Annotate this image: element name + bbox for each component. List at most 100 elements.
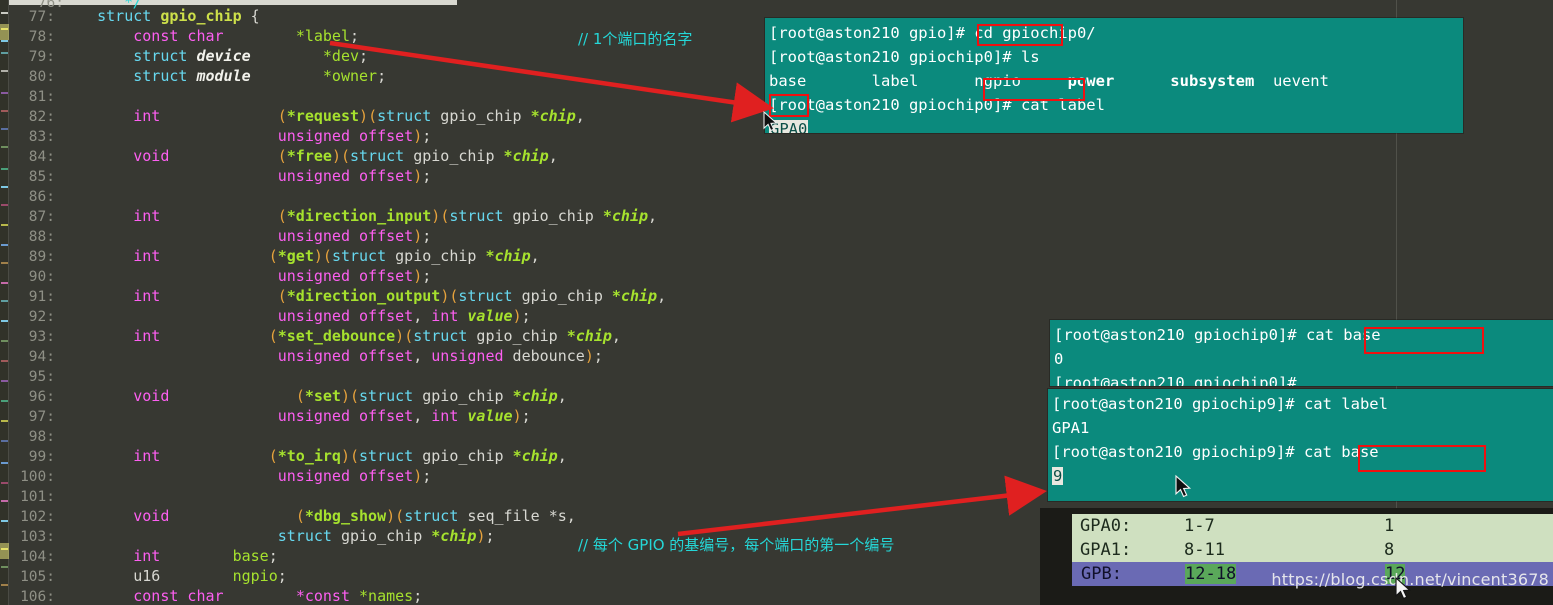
terminal-text: [root@aston210 gpiochip9]# cat label <box>1052 395 1388 413</box>
code-token: seq_file <box>458 507 549 525</box>
line-number: 90: <box>28 269 55 285</box>
minimap-mark <box>1 146 8 148</box>
code-token: unsigned offset <box>277 267 414 285</box>
code-token: gpio_chip <box>331 527 432 545</box>
code-token: struct <box>277 527 332 545</box>
code-token: ; <box>521 307 531 325</box>
code-token: , <box>611 327 621 345</box>
line-number: 95: <box>28 369 55 385</box>
code-token: unsigned offset <box>277 347 414 365</box>
terminal-line: 0 <box>1054 347 1553 371</box>
code-token: ( <box>295 507 305 525</box>
minimap-mark <box>1 128 8 130</box>
terminal-gpiochip9[interactable]: [root@aston210 gpiochip9]# cat label GPA1… <box>1048 389 1553 501</box>
code-line[interactable]: 89: int (*get)(struct gpio_chip *chip, <box>9 246 1553 266</box>
code-token: { <box>241 7 260 25</box>
terminal-selection: GPA0 <box>769 120 809 133</box>
table-cell-base: 8 <box>1384 540 1395 560</box>
code-token: struct <box>449 207 504 225</box>
code-token: struct <box>350 147 405 165</box>
terminal-text: [root@aston210 gpio]# cd <box>769 24 1003 42</box>
code-token: *dev <box>322 47 360 65</box>
minimap-mark <box>1 40 8 42</box>
editor-minimap-scrollbar[interactable] <box>0 0 9 605</box>
code-line[interactable]: 88: unsigned offset); <box>9 226 1553 246</box>
line-number: 96: <box>28 389 55 405</box>
code-token: ( <box>295 387 305 405</box>
code-token: *free <box>286 147 332 165</box>
code-line[interactable]: 84: void (*free)(struct gpio_chip *chip, <box>9 146 1553 166</box>
terminal-gpiochip0-base[interactable]: [root@aston210 gpiochip0]# cat base 0 [roo… <box>1050 320 1553 386</box>
line-number: 94: <box>28 349 55 365</box>
code-token: ( <box>268 247 278 265</box>
code-token: value <box>467 407 513 425</box>
code-token: ) <box>431 207 441 225</box>
code-token: ; <box>593 347 603 365</box>
minimap-mark <box>1 168 8 170</box>
code-token: ; <box>350 27 360 45</box>
code-token: ) <box>340 387 350 405</box>
minimap-highlight[interactable] <box>0 543 9 559</box>
table-row[interactable]: GPA1: 8-11 8 <box>1072 538 1553 562</box>
code-token: unsigned offset <box>277 167 414 185</box>
code-token: ( <box>277 147 287 165</box>
terminal-line: GPA1 <box>1052 416 1553 440</box>
code-token: , <box>530 247 540 265</box>
table-cell-name: GPA0: <box>1080 516 1132 536</box>
code-token: , <box>413 307 432 325</box>
code-token: ; <box>422 267 432 285</box>
code-token: unsigned offset <box>277 307 414 325</box>
code-token: *direction_input <box>286 207 432 225</box>
line-number: 81: <box>28 89 55 105</box>
code-line[interactable]: 87: int (*direction_input)(struct gpio_c… <box>9 206 1553 226</box>
code-line[interactable]: 86: <box>9 186 1553 206</box>
code-token: *set_debounce <box>277 327 396 345</box>
minimap-highlight[interactable] <box>0 24 9 40</box>
code-token: ( <box>277 287 287 305</box>
line-number: 85: <box>28 169 55 185</box>
line-number: 106: <box>20 589 55 605</box>
code-token: *chip <box>503 147 549 165</box>
code-token: *get <box>277 247 314 265</box>
code-token: gpio_chip <box>467 327 567 345</box>
code-token: *chip <box>602 207 649 225</box>
code-line[interactable]: 91: int (*direction_output)(struct gpio_… <box>9 286 1553 306</box>
code-token: unsigned <box>431 347 504 365</box>
code-token: int <box>431 407 459 425</box>
code-token: debounce <box>503 347 585 365</box>
code-token: int <box>133 547 161 565</box>
terminal-gpiochip0-top[interactable]: [root@aston210 gpio]# cd gpiochip0/[root… <box>765 18 1463 133</box>
code-token: ) <box>413 127 423 145</box>
code-token: struct <box>359 387 414 405</box>
code-token: struct <box>404 507 459 525</box>
code-token: *chip <box>566 327 612 345</box>
code-token: struct <box>458 287 513 305</box>
terminal-text: [root@aston210 gpiochip0]# ls <box>769 48 1040 66</box>
code-line[interactable]: 90: unsigned offset); <box>9 266 1553 286</box>
code-token: int <box>133 247 161 265</box>
terminal-line: [root@aston210 gpiochip9]# cat label <box>1052 392 1553 416</box>
code-line[interactable]: 85: unsigned offset); <box>9 166 1553 186</box>
code-token: *chip <box>611 287 658 305</box>
code-token: ) <box>413 227 423 245</box>
code-token: ( <box>350 387 360 405</box>
table-row[interactable]: GPA0: 1-7 1 <box>1072 514 1553 538</box>
code-token: , <box>648 207 658 225</box>
code-token: ( <box>404 327 414 345</box>
code-token: *s <box>548 507 567 525</box>
code-token: *chip <box>431 527 477 545</box>
code-token: ; <box>521 407 531 425</box>
